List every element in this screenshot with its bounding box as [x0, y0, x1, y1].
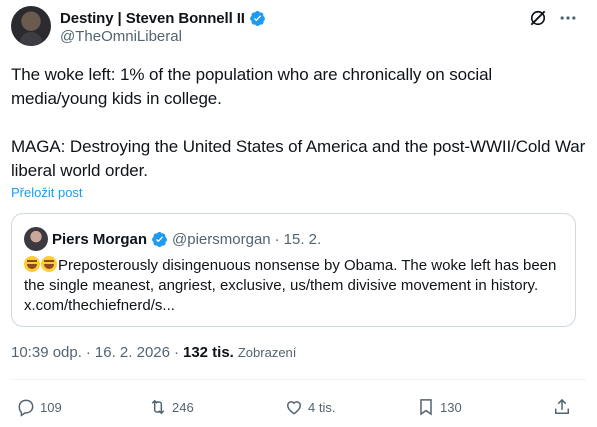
quoted-separator: ·	[274, 230, 280, 248]
repost-button[interactable]: 246	[148, 396, 194, 418]
meta-separator: ·	[85, 344, 91, 361]
author-name-row: Destiny | Steven Bonnell II	[60, 9, 266, 27]
quoted-header: Piers Morgan @piersmorgan · 15. 2.	[52, 230, 321, 248]
repost-icon	[151, 399, 165, 415]
quoted-handle: @piersmorgan	[172, 230, 271, 248]
reply-icon	[18, 399, 34, 417]
views-label: Zobrazení	[237, 345, 297, 360]
share-icon	[555, 398, 569, 414]
quoted-display-name: Piers Morgan	[52, 230, 148, 248]
grok-icon[interactable]	[528, 8, 548, 28]
more-icon[interactable]	[558, 8, 578, 28]
rofl-emoji-icon	[41, 256, 57, 272]
verified-icon	[249, 10, 265, 26]
tweet-time[interactable]: 10:39 odp.	[11, 344, 82, 361]
meta-separator: ·	[173, 344, 179, 361]
reply-count: 109	[40, 399, 62, 415]
verified-icon	[152, 231, 168, 247]
tweet-date[interactable]: 16. 2. 2026	[95, 344, 170, 361]
like-button[interactable]: 4 tis.	[284, 396, 335, 418]
tweet-meta: 10:39 odp. · 16. 2. 2026 · 132 tis. Zobr…	[11, 344, 296, 361]
tweet-text: The woke left: 1% of the population who …	[11, 65, 586, 180]
views-count: 132 tis.	[182, 344, 234, 361]
divider	[11, 379, 586, 380]
quoted-date: 15. 2.	[283, 230, 322, 248]
author-avatar[interactable]	[11, 6, 51, 46]
quoted-text-block: Preposterously disingenuous nonsense by …	[24, 256, 564, 316]
translate-link[interactable]: Přeložit post	[11, 185, 83, 200]
quoted-avatar	[24, 227, 48, 251]
like-count: 4 tis.	[308, 399, 336, 415]
action-bar: 109 246 4 tis. 130	[0, 396, 597, 418]
bookmark-button[interactable]: 130	[416, 396, 462, 418]
bookmark-count: 130	[440, 399, 462, 415]
reply-button[interactable]: 109	[16, 396, 62, 418]
quoted-tweet[interactable]: Piers Morgan @piersmorgan · 15. 2. Prepo…	[11, 213, 576, 327]
author-handle[interactable]: @TheOmniLiberal	[60, 28, 182, 45]
quoted-text: Preposterously disingenuous nonsense by …	[24, 257, 557, 314]
bookmark-icon	[420, 399, 432, 416]
author-display-name[interactable]: Destiny | Steven Bonnell II	[60, 10, 245, 27]
repost-count: 246	[172, 399, 194, 415]
rofl-emoji-icon	[24, 256, 40, 272]
share-button[interactable]	[552, 396, 572, 418]
like-icon	[286, 401, 302, 415]
